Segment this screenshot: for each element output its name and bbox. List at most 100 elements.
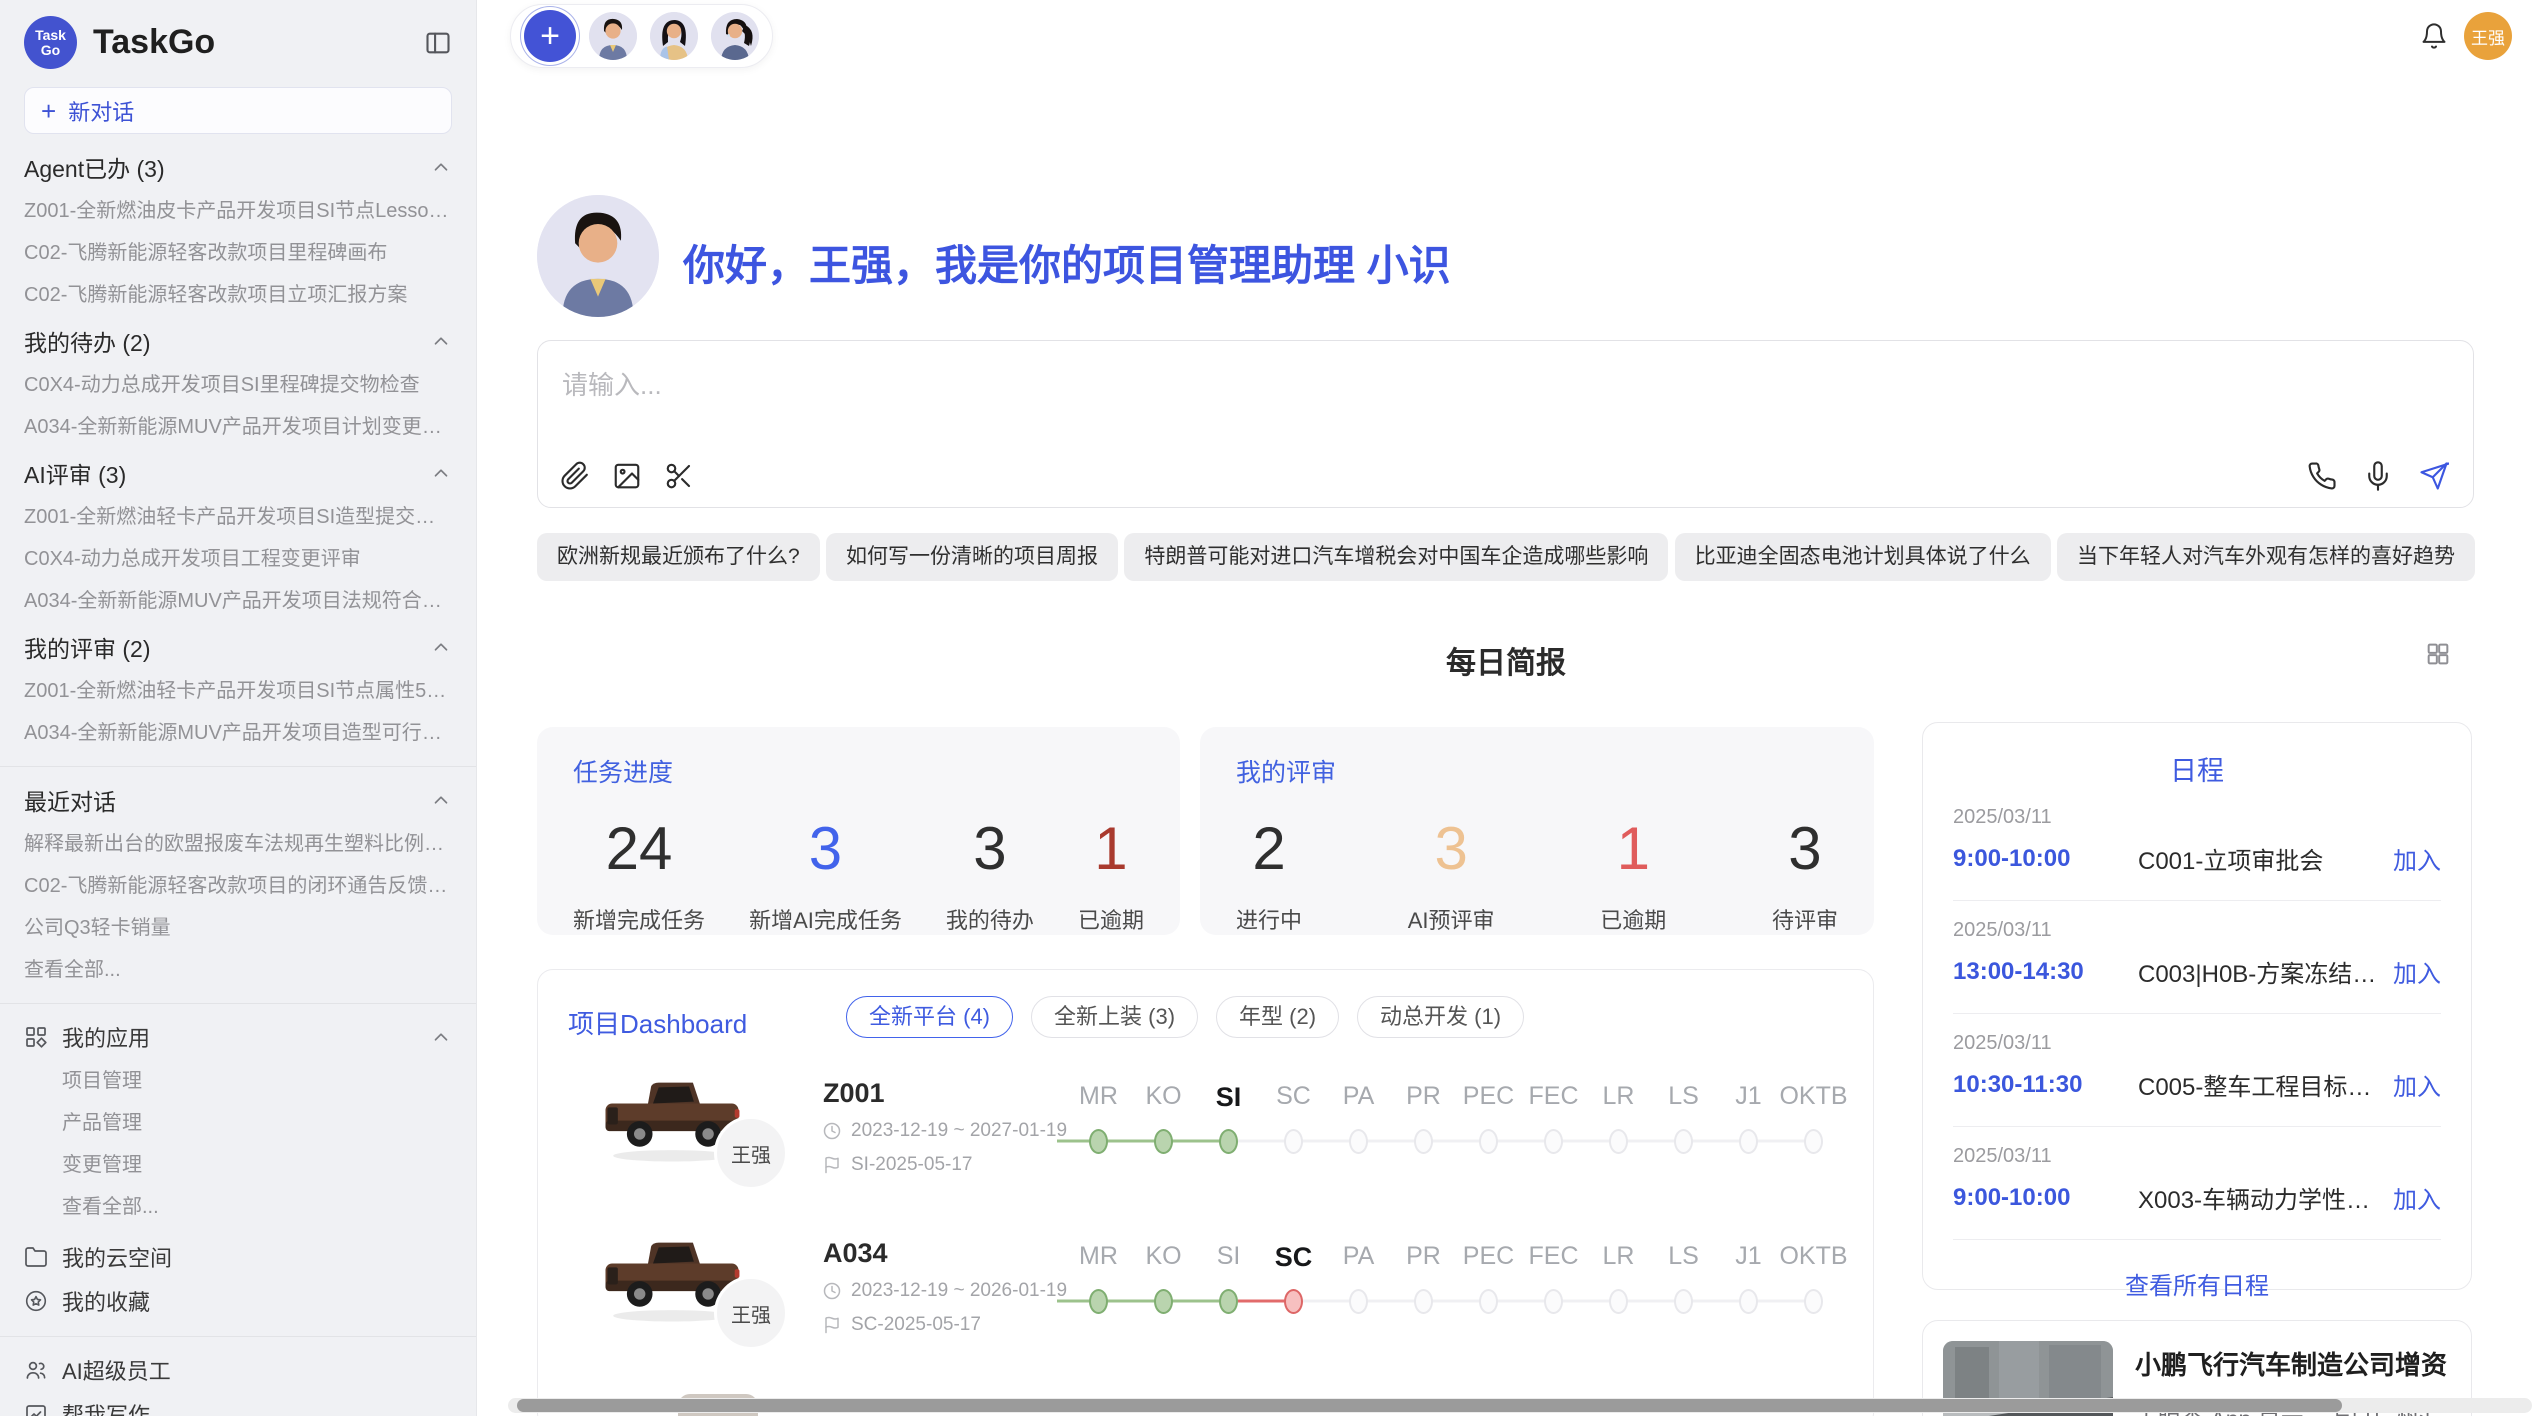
scissors-icon[interactable] xyxy=(664,461,694,491)
suggestion-chip[interactable]: 比亚迪全固态电池计划具体说了什么 xyxy=(1675,533,2051,581)
user-avatar[interactable]: 王强 xyxy=(2464,12,2512,60)
milestone[interactable]: SC xyxy=(1261,1082,1326,1156)
dashboard-tab[interactable]: 年型 (2) xyxy=(1216,996,1339,1038)
app-item[interactable]: 变更管理 xyxy=(24,1152,452,1178)
chat-input[interactable] xyxy=(560,359,2164,411)
recent-see-all-link[interactable]: 查看全部... xyxy=(24,957,452,983)
milestone[interactable]: OKTB xyxy=(1781,1082,1846,1156)
milestone[interactable]: MR xyxy=(1066,1242,1131,1316)
notifications-bell-icon[interactable] xyxy=(2420,22,2448,50)
list-item[interactable]: C02-飞腾新能源轻客改款项目里程碑画布 xyxy=(24,240,452,266)
chevron-up-icon[interactable] xyxy=(430,1026,452,1048)
layout-grid-icon[interactable] xyxy=(2424,640,2452,668)
suggestion-chip[interactable]: 特朗普可能对进口汽车增税会对中国车企造成哪些影响 xyxy=(1124,533,1668,581)
list-item[interactable]: Z001-全新燃油轻卡产品开发项目SI造型提交物评审 xyxy=(24,504,452,530)
send-icon[interactable] xyxy=(2419,461,2449,491)
suggestion-chip[interactable]: 当下年轻人对汽车外观有怎样的喜好趋势 xyxy=(2057,533,2475,581)
chevron-up-icon[interactable] xyxy=(430,789,452,811)
add-agent-button[interactable]: + xyxy=(524,10,576,62)
chevron-up-icon[interactable] xyxy=(430,330,452,352)
list-item[interactable]: C0X4-动力总成开发项目工程变更评审 xyxy=(24,546,452,572)
list-item[interactable]: A034-全新新能源MUV产品开发项目造型可行性评审 xyxy=(24,720,452,746)
milestone[interactable]: SC xyxy=(1261,1242,1326,1316)
milestone[interactable]: SI xyxy=(1196,1082,1261,1156)
milestone-label: PEC xyxy=(1463,1082,1514,1116)
milestone[interactable]: SI xyxy=(1196,1242,1261,1316)
milestone[interactable]: PEC xyxy=(1456,1082,1521,1156)
sidebar-item-help-me-write[interactable]: 帮我写作 xyxy=(24,1399,452,1416)
milestone[interactable]: PR xyxy=(1391,1082,1456,1156)
chevron-up-icon[interactable] xyxy=(430,636,452,658)
app-item[interactable]: 产品管理 xyxy=(24,1110,452,1136)
join-meeting-link[interactable]: 加入 xyxy=(2393,1067,2441,1102)
agent-avatar-man[interactable] xyxy=(589,12,637,60)
agent-avatar-woman-ponytail[interactable] xyxy=(711,12,759,60)
milestone[interactable]: PA xyxy=(1326,1242,1391,1316)
horizontal-scrollbar-thumb[interactable] xyxy=(517,1399,2342,1412)
project-code[interactable]: Z001 xyxy=(823,1078,885,1109)
view-all-schedule-link[interactable]: 查看所有日程 xyxy=(1953,1266,2441,1301)
sidebar-item-ai-super-staff[interactable]: AI超级员工 xyxy=(24,1355,452,1385)
paperclip-icon[interactable] xyxy=(560,461,590,491)
milestone-label: PA xyxy=(1343,1082,1375,1116)
project-node-row: SC-2025-05-17 xyxy=(823,1314,981,1336)
phone-call-icon[interactable] xyxy=(2307,461,2337,491)
milestone[interactable]: FEC xyxy=(1521,1082,1586,1156)
suggestion-chip[interactable]: 欧洲新规最近颁布了什么? xyxy=(537,533,820,581)
milestone[interactable]: MR xyxy=(1066,1082,1131,1156)
join-meeting-link[interactable]: 加入 xyxy=(2393,1180,2441,1215)
join-meeting-link[interactable]: 加入 xyxy=(2393,954,2441,989)
list-item[interactable]: A034-全新新能源MUV产品开发项目计划变更表编写 xyxy=(24,414,452,440)
app-item[interactable]: 项目管理 xyxy=(24,1068,452,1094)
milestone[interactable]: FEC xyxy=(1521,1242,1586,1316)
milestone[interactable]: KO xyxy=(1131,1082,1196,1156)
list-item[interactable]: C02-飞腾新能源轻客改款项目的闭环通告反馈情况 xyxy=(24,873,452,899)
stat-label: 新增AI完成任务 xyxy=(749,903,902,935)
horizontal-scrollbar-track[interactable] xyxy=(508,1398,2532,1413)
sidebar-item-favorites[interactable]: 我的收藏 xyxy=(24,1286,452,1316)
section-my-review[interactable]: 我的评审 (2) xyxy=(24,632,452,662)
milestone[interactable]: J1 xyxy=(1716,1082,1781,1156)
chevron-up-icon[interactable] xyxy=(430,156,452,178)
section-agent-done[interactable]: Agent已办 (3) xyxy=(24,152,452,182)
list-item[interactable]: 公司Q3轻卡销量 xyxy=(24,915,452,941)
section-ai-review[interactable]: AI评审 (3) xyxy=(24,458,452,488)
section-recent-chats[interactable]: 最近对话 xyxy=(24,785,452,815)
new-chat-button[interactable]: + 新对话 xyxy=(24,87,452,134)
milestone[interactable]: LS xyxy=(1651,1082,1716,1156)
milestone[interactable]: LR xyxy=(1586,1242,1651,1316)
list-item[interactable]: Z001-全新燃油皮卡产品开发项目SI节点Lesson Learn报告 xyxy=(24,198,452,224)
section-my-todo[interactable]: 我的待办 (2) xyxy=(24,326,452,356)
chevron-up-icon[interactable] xyxy=(430,462,452,484)
list-item[interactable]: 解释最新出台的欧盟报废车法规再生塑料比例被调至15%... xyxy=(24,831,452,857)
milestone[interactable]: PEC xyxy=(1456,1242,1521,1316)
milestone[interactable]: KO xyxy=(1131,1242,1196,1316)
list-item[interactable]: A034-全新新能源MUV产品开发项目法规符合性评审 xyxy=(24,588,452,614)
dashboard-tab[interactable]: 动总开发 (1) xyxy=(1357,996,1524,1038)
image-attach-icon[interactable] xyxy=(612,461,642,491)
apps-see-all-link[interactable]: 查看全部... xyxy=(24,1194,452,1220)
milestone[interactable]: LR xyxy=(1586,1082,1651,1156)
milestone-dot xyxy=(1349,1289,1368,1314)
schedule-meeting-title: C005-整车工程目标评审 xyxy=(2138,1067,2379,1102)
project-code[interactable]: A034 xyxy=(823,1238,888,1269)
milestone[interactable]: PA xyxy=(1326,1082,1391,1156)
apps-grid-icon xyxy=(24,1025,48,1049)
milestone[interactable]: LS xyxy=(1651,1242,1716,1316)
milestone[interactable]: PR xyxy=(1391,1242,1456,1316)
sidebar-item-cloud-space[interactable]: 我的云空间 xyxy=(24,1242,452,1272)
dashboard-tab[interactable]: 全新上装 (3) xyxy=(1031,996,1198,1038)
list-item[interactable]: C02-飞腾新能源轻客改款项目立项汇报方案 xyxy=(24,282,452,308)
microphone-icon[interactable] xyxy=(2363,461,2393,491)
dashboard-tab[interactable]: 全新平台 (4) xyxy=(846,996,1013,1038)
list-item[interactable]: Z001-全新燃油轻卡产品开发项目SI节点属性5D文件评审 xyxy=(24,678,452,704)
agent-avatar-woman-long-hair[interactable] xyxy=(650,12,698,60)
milestone[interactable]: OKTB xyxy=(1781,1242,1846,1316)
list-item[interactable]: C0X4-动力总成开发项目SI里程碑提交物检查 xyxy=(24,372,452,398)
stat-value: 3 xyxy=(749,817,902,881)
sidebar-item-my-apps[interactable]: 我的应用 xyxy=(24,1022,452,1052)
sidebar-collapse-icon[interactable] xyxy=(424,29,452,57)
milestone[interactable]: J1 xyxy=(1716,1242,1781,1316)
join-meeting-link[interactable]: 加入 xyxy=(2393,841,2441,876)
suggestion-chip[interactable]: 如何写一份清晰的项目周报 xyxy=(826,533,1118,581)
